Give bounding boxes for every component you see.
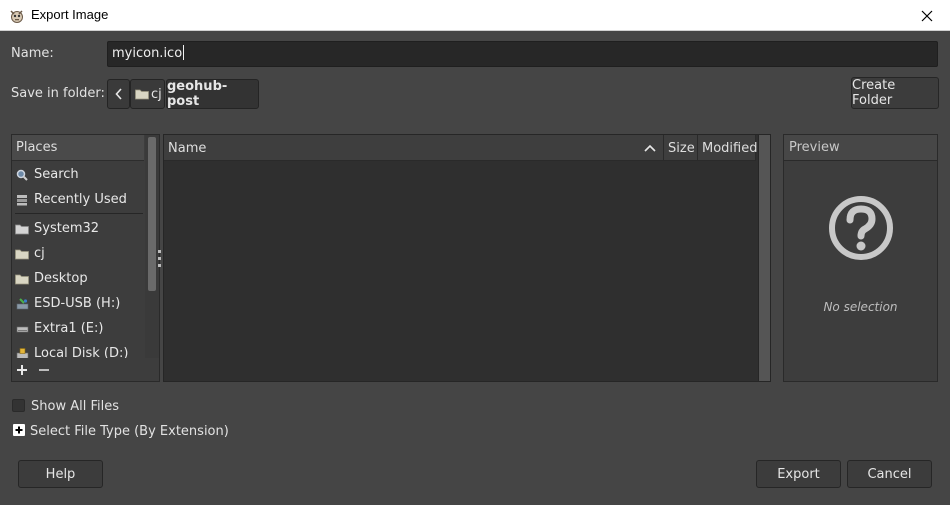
export-label: Export (777, 466, 820, 482)
places-item-label: Extra1 (E:) (34, 321, 104, 336)
places-item-desktop[interactable]: Desktop (12, 266, 144, 291)
path-crumb-label: geohub-post (167, 79, 228, 109)
close-icon (921, 10, 933, 21)
minus-icon (39, 368, 49, 371)
filename-input[interactable]: myicon.ico (107, 41, 938, 67)
export-button[interactable]: Export (756, 460, 841, 488)
column-header-name[interactable]: Name (164, 135, 664, 161)
path-crumb-label: cj (151, 86, 162, 102)
column-header-modified[interactable]: Modified (698, 135, 758, 161)
places-item-esd-usb[interactable]: ESD-USB (H:) (12, 291, 144, 316)
file-list[interactable]: Name Size Modified (163, 134, 771, 382)
places-item-label: Search (34, 167, 79, 182)
places-list: Search Recently Used System32 cj Desktop… (12, 162, 145, 358)
show-all-files-label[interactable]: Show All Files (31, 399, 119, 414)
places-item-label: ESD-USB (H:) (34, 296, 121, 311)
places-item-label: Desktop (34, 271, 88, 286)
places-item-label: Local Disk (D:) (34, 346, 129, 358)
plus-expander-icon[interactable] (13, 424, 25, 436)
title-bar: Export Image (0, 0, 950, 31)
help-button[interactable]: Help (18, 460, 103, 488)
cancel-label: Cancel (867, 466, 912, 482)
places-item-system32[interactable]: System32 (12, 216, 144, 241)
help-label: Help (45, 466, 76, 482)
places-footer (12, 358, 159, 381)
gimp-icon (10, 10, 23, 23)
places-item-label: cj (34, 246, 45, 261)
folder-icon (15, 222, 29, 236)
places-item-label: Recently Used (34, 192, 127, 207)
places-header: Places (12, 135, 144, 161)
chevron-left-icon (114, 88, 122, 100)
locked-drive-icon (15, 347, 29, 358)
plus-icon (17, 364, 27, 375)
create-folder-label: Create Folder (852, 78, 896, 108)
column-modified-label: Modified (702, 140, 758, 156)
pane-resize-handle[interactable] (158, 250, 161, 268)
places-separator (15, 213, 143, 214)
text-caret (183, 45, 185, 60)
places-item-recently-used[interactable]: Recently Used (12, 187, 144, 212)
remove-place-button[interactable] (38, 364, 50, 376)
path-crumb-cj[interactable]: cj (130, 79, 165, 109)
places-item-search[interactable]: Search (12, 162, 144, 187)
name-label: Name: (11, 46, 54, 61)
places-item-label: System32 (34, 221, 100, 236)
no-selection-text: No selection (823, 300, 898, 314)
path-back-button[interactable] (107, 79, 130, 109)
usb-drive-icon (15, 297, 29, 311)
close-button[interactable] (904, 0, 950, 31)
file-list-header: Name Size Modified (164, 135, 758, 161)
folder-icon (135, 89, 149, 100)
drive-icon (15, 322, 29, 336)
search-icon (15, 168, 29, 182)
preview-header: Preview (784, 135, 937, 161)
places-item-cj[interactable]: cj (12, 241, 144, 266)
column-name-label: Name (168, 140, 207, 156)
places-panel: Places Search Recently Used System32 cj … (11, 134, 160, 382)
column-header-size[interactable]: Size (664, 135, 698, 161)
places-scrollbar-thumb[interactable] (148, 137, 156, 291)
select-file-type-label[interactable]: Select File Type (By Extension) (30, 424, 229, 439)
places-item-local-disk[interactable]: Local Disk (D:) (12, 341, 144, 358)
cancel-button[interactable]: Cancel (847, 460, 932, 488)
window-title: Export Image (31, 7, 109, 22)
folder-icon (15, 272, 29, 286)
places-header-label: Places (16, 140, 58, 155)
chevron-up-icon (644, 144, 656, 152)
add-place-button[interactable] (16, 364, 28, 376)
recent-icon (15, 193, 29, 207)
folder-icon (15, 247, 29, 261)
preview-header-label: Preview (789, 140, 840, 155)
question-circle-icon (829, 196, 893, 260)
create-folder-button[interactable]: Create Folder (851, 77, 939, 109)
show-all-files-checkbox[interactable] (12, 399, 25, 412)
file-list-scrollbar[interactable] (758, 135, 770, 381)
path-crumb-geohub-post[interactable]: geohub-post (166, 79, 259, 109)
preview-panel: Preview No selection (783, 134, 938, 382)
filename-value: myicon.ico (112, 46, 183, 61)
column-size-label: Size (668, 140, 695, 156)
places-item-extra1[interactable]: Extra1 (E:) (12, 316, 144, 341)
save-in-folder-label: Save in folder: (11, 86, 105, 101)
